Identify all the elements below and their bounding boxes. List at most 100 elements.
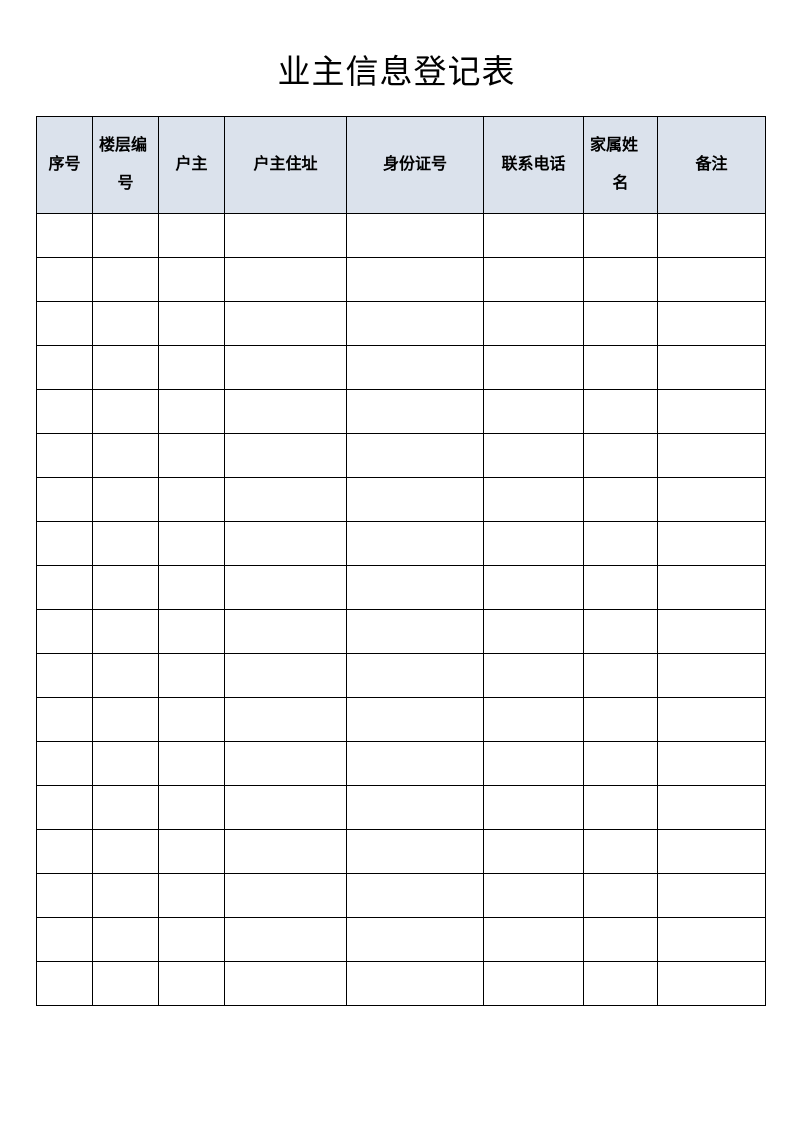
table-cell[interactable] [483, 609, 584, 654]
table-cell[interactable] [158, 565, 225, 610]
table-cell[interactable] [346, 961, 484, 1006]
table-cell[interactable] [158, 521, 225, 566]
table-cell[interactable] [657, 741, 766, 786]
table-cell[interactable] [583, 213, 658, 258]
table-cell[interactable] [224, 829, 347, 874]
table-cell[interactable] [583, 785, 658, 830]
table-cell[interactable] [36, 961, 93, 1006]
table-cell[interactable] [158, 653, 225, 698]
table-cell[interactable] [346, 785, 484, 830]
table-cell[interactable] [583, 741, 658, 786]
table-cell[interactable] [583, 653, 658, 698]
table-cell[interactable] [158, 829, 225, 874]
table-cell[interactable] [657, 961, 766, 1006]
table-cell[interactable] [583, 961, 658, 1006]
table-cell[interactable] [346, 873, 484, 918]
table-cell[interactable] [224, 873, 347, 918]
table-cell[interactable] [657, 257, 766, 302]
table-cell[interactable] [36, 301, 93, 346]
table-cell[interactable] [92, 917, 159, 962]
table-cell[interactable] [158, 301, 225, 346]
table-cell[interactable] [92, 697, 159, 742]
table-cell[interactable] [657, 213, 766, 258]
table-cell[interactable] [583, 697, 658, 742]
table-cell[interactable] [224, 257, 347, 302]
table-cell[interactable] [36, 917, 93, 962]
table-cell[interactable] [92, 741, 159, 786]
table-cell[interactable] [346, 829, 484, 874]
table-cell[interactable] [346, 301, 484, 346]
table-cell[interactable] [92, 433, 159, 478]
table-cell[interactable] [36, 653, 93, 698]
table-cell[interactable] [583, 521, 658, 566]
table-cell[interactable] [657, 785, 766, 830]
table-cell[interactable] [36, 433, 93, 478]
table-cell[interactable] [158, 785, 225, 830]
table-cell[interactable] [36, 829, 93, 874]
table-cell[interactable] [158, 609, 225, 654]
table-cell[interactable] [657, 697, 766, 742]
table-cell[interactable] [346, 609, 484, 654]
table-cell[interactable] [583, 917, 658, 962]
table-cell[interactable] [346, 653, 484, 698]
table-cell[interactable] [36, 389, 93, 434]
table-cell[interactable] [224, 521, 347, 566]
table-cell[interactable] [346, 477, 484, 522]
table-cell[interactable] [36, 697, 93, 742]
table-cell[interactable] [657, 521, 766, 566]
table-cell[interactable] [158, 873, 225, 918]
table-cell[interactable] [483, 389, 584, 434]
table-cell[interactable] [224, 609, 347, 654]
table-cell[interactable] [483, 829, 584, 874]
table-cell[interactable] [36, 741, 93, 786]
table-cell[interactable] [92, 829, 159, 874]
table-cell[interactable] [92, 389, 159, 434]
table-cell[interactable] [346, 565, 484, 610]
table-cell[interactable] [224, 477, 347, 522]
table-cell[interactable] [224, 961, 347, 1006]
table-cell[interactable] [483, 565, 584, 610]
table-cell[interactable] [92, 873, 159, 918]
table-cell[interactable] [158, 917, 225, 962]
table-cell[interactable] [483, 433, 584, 478]
table-cell[interactable] [92, 301, 159, 346]
table-cell[interactable] [657, 389, 766, 434]
table-cell[interactable] [158, 213, 225, 258]
table-cell[interactable] [583, 345, 658, 390]
table-cell[interactable] [657, 301, 766, 346]
table-cell[interactable] [158, 257, 225, 302]
table-cell[interactable] [224, 741, 347, 786]
table-cell[interactable] [158, 345, 225, 390]
table-cell[interactable] [92, 345, 159, 390]
table-cell[interactable] [346, 741, 484, 786]
table-cell[interactable] [657, 565, 766, 610]
table-cell[interactable] [346, 257, 484, 302]
table-cell[interactable] [657, 829, 766, 874]
table-cell[interactable] [657, 433, 766, 478]
table-cell[interactable] [483, 697, 584, 742]
table-cell[interactable] [92, 213, 159, 258]
table-cell[interactable] [657, 477, 766, 522]
table-cell[interactable] [36, 345, 93, 390]
table-cell[interactable] [158, 433, 225, 478]
table-cell[interactable] [224, 345, 347, 390]
table-cell[interactable] [483, 785, 584, 830]
table-cell[interactable] [483, 741, 584, 786]
table-cell[interactable] [583, 829, 658, 874]
table-cell[interactable] [158, 961, 225, 1006]
table-cell[interactable] [92, 785, 159, 830]
table-cell[interactable] [224, 565, 347, 610]
table-cell[interactable] [224, 433, 347, 478]
table-cell[interactable] [483, 257, 584, 302]
table-cell[interactable] [583, 301, 658, 346]
table-cell[interactable] [346, 345, 484, 390]
table-cell[interactable] [483, 521, 584, 566]
table-cell[interactable] [36, 609, 93, 654]
table-cell[interactable] [224, 653, 347, 698]
table-cell[interactable] [583, 873, 658, 918]
table-cell[interactable] [583, 565, 658, 610]
table-cell[interactable] [483, 477, 584, 522]
table-cell[interactable] [92, 257, 159, 302]
table-cell[interactable] [92, 609, 159, 654]
table-cell[interactable] [657, 609, 766, 654]
